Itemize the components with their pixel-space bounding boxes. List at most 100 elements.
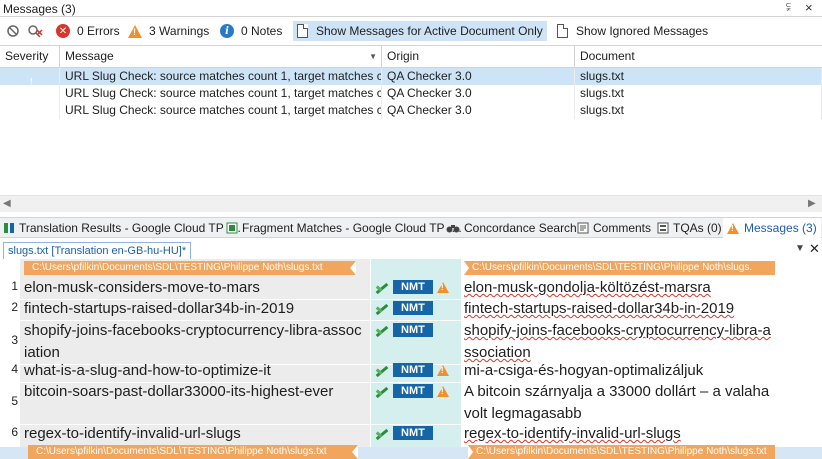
active-doc-label: Show Messages for Active Document Only	[316, 24, 543, 38]
segment-row[interactable]: 2 fintech-startups-raised-dollar34b-in-2…	[0, 298, 775, 320]
segment-number: 5	[11, 394, 18, 408]
active-document-only-toggle[interactable]: Show Messages for Active Document Only	[293, 21, 547, 41]
tab-messages[interactable]: Messages (3)	[723, 218, 821, 238]
comments-icon	[577, 222, 589, 234]
segment-row[interactable]: 1 elon-musk-considers-move-to-mars NMT e…	[0, 277, 775, 299]
warnings-filter-button[interactable]: 3 Warnings	[128, 21, 209, 41]
horizontal-scrollbar[interactable]: ◀ ▶	[0, 195, 822, 212]
messages-toolbar: ✕ 0 Errors 3 Warnings i 0 Notes Show Mes…	[0, 18, 822, 44]
segment-row[interactable]: 4 what-is-a-slug-and-how-to-optimize-it …	[0, 360, 775, 382]
document-cell: slugs.txt	[575, 85, 822, 102]
ignore-message-button[interactable]	[27, 21, 43, 41]
warnings-label: 3 Warnings	[149, 24, 210, 38]
segment-row[interactable]: 6 regex-to-identify-invalid-url-slugs NM…	[0, 423, 775, 445]
segment-number: 2	[11, 300, 18, 314]
close-icon[interactable]: ×	[805, 0, 813, 15]
warning-icon[interactable]	[436, 385, 449, 397]
error-icon: ✕	[56, 24, 70, 38]
ignored-label: Show Ignored Messages	[576, 24, 709, 38]
fragment-matches-icon	[226, 222, 238, 234]
segment-target[interactable]: elon-musk-gondolja-költözést-marsra	[464, 277, 774, 299]
document-list-dropdown-icon[interactable]: ▼	[795, 243, 805, 254]
translation-results-icon	[4, 223, 14, 233]
edit-pencil-icon	[374, 427, 390, 439]
table-row[interactable]: URL Slug Check: source matches count 1, …	[0, 68, 822, 85]
segment-source: bitcoin-soars-past-dollar33000-its-highe…	[24, 383, 334, 400]
filter-dropdown-icon[interactable]: ▼	[369, 46, 377, 67]
scroll-right-icon[interactable]: ▶	[808, 198, 816, 209]
scroll-left-icon[interactable]: ◀	[3, 198, 11, 209]
segment-source: what-is-a-slug-and-how-to-optimize-it	[24, 362, 271, 379]
close-document-icon[interactable]: ✕	[809, 241, 820, 257]
editor-header: slugs.txt [Translation en-GB-hu-HU]* ▼ ✕	[0, 241, 822, 259]
warning-icon	[26, 89, 38, 102]
target-file-end-tag: C:\Users\pfilkin\Documents\SDL\TESTING\P…	[468, 445, 775, 459]
translation-editor-grid: C:\Users\pfilkin\Documents\SDL\TESTING\P…	[0, 259, 822, 459]
segment-row[interactable]: 5 bitcoin-soars-past-dollar33000-its-hig…	[0, 381, 775, 425]
nmt-badge: NMT	[393, 280, 433, 294]
notes-label: 0 Notes	[241, 24, 283, 38]
notes-filter-button[interactable]: i 0 Notes	[220, 21, 282, 41]
column-header-origin[interactable]: Origin	[382, 46, 575, 68]
tab-translation-results[interactable]: Translation Results - Google Cloud TP -.…	[3, 218, 241, 238]
segment-target-text: regex-to-identify-invalid-url-slugs	[464, 425, 681, 442]
source-file-end-tag: C:\Users\pfilkin\Documents\SDL\TESTING\P…	[28, 445, 358, 459]
tab-comments[interactable]: Comments	[577, 218, 651, 238]
tab-fragment-matches[interactable]: Fragment Matches - Google Cloud TP -...	[226, 218, 462, 238]
origin-cell: QA Checker 3.0	[382, 85, 575, 102]
segment-target[interactable]: shopify-joins-facebooks-cryptocurrency-l…	[464, 320, 774, 364]
message-cell: URL Slug Check: source matches count 1, …	[60, 68, 382, 85]
clear-messages-button[interactable]	[6, 21, 20, 41]
binoculars-icon	[446, 225, 460, 233]
clear-messages-icon	[7, 25, 19, 37]
messages-panel-title: Messages (3)	[3, 2, 76, 16]
segment-number: 6	[11, 425, 18, 439]
tab-label: TQAs (0)	[673, 221, 722, 235]
warning-icon[interactable]	[436, 364, 449, 376]
segment-target[interactable]: fintech-startups-raised-dollar34b-in-201…	[464, 298, 774, 320]
tab-label: Translation Results - Google Cloud TP -.…	[19, 221, 241, 235]
severity-cell	[0, 102, 60, 119]
table-row[interactable]: URL Slug Check: source matches count 1, …	[0, 85, 822, 102]
vertical-scrollbar[interactable]	[775, 259, 822, 459]
show-ignored-toggle[interactable]: Show Ignored Messages	[557, 21, 708, 41]
target-file-tag: C:\Users\pfilkin\Documents\SDL\TESTING\P…	[464, 261, 775, 275]
segment-status: NMT	[374, 323, 437, 337]
column-header-document[interactable]: Document	[575, 46, 822, 68]
segment-target-text: shopify-joins-facebooks-cryptocurrency-l…	[464, 322, 771, 361]
tab-label: Concordance Search	[464, 221, 577, 235]
table-row[interactable]: URL Slug Check: source matches count 1, …	[0, 102, 822, 119]
nmt-badge: NMT	[393, 301, 433, 315]
segment-row[interactable]: 3 shopify-joins-facebooks-cryptocurrency…	[0, 320, 775, 364]
segment-status: NMT	[374, 280, 449, 294]
document-tab[interactable]: slugs.txt [Translation en-GB-hu-HU]*	[3, 242, 192, 259]
tab-tqas[interactable]: TQAs (0)	[657, 218, 722, 238]
segment-source: fintech-startups-raised-dollar34b-in-201…	[24, 300, 295, 317]
ignore-message-icon	[28, 25, 43, 38]
edit-pencil-icon	[374, 364, 390, 376]
pin-icon[interactable]: ⫋	[786, 1, 791, 14]
segment-source: elon-musk-considers-move-to-mars	[24, 279, 260, 296]
warning-icon	[26, 106, 38, 119]
segment-target[interactable]: regex-to-identify-invalid-url-slugs	[464, 423, 774, 445]
errors-label: 0 Errors	[77, 24, 120, 38]
segment-target-text: fintech-startups-raised-dollar34b-in-201…	[464, 300, 735, 317]
tab-concordance-search[interactable]: Concordance Search	[446, 218, 577, 238]
column-header-message[interactable]: Message ▼	[60, 46, 382, 68]
document-cell: slugs.txt	[575, 102, 822, 119]
segment-target[interactable]: A bitcoin szárnyalja a 33000 dollárt – a…	[464, 381, 774, 425]
segment-target-text: A bitcoin szárnyalja a 33000 dollárt – a…	[464, 383, 770, 422]
warning-icon[interactable]	[436, 281, 449, 293]
column-header-severity[interactable]: Severity	[0, 46, 60, 68]
source-file-tag: C:\Users\pfilkin\Documents\SDL\TESTING\P…	[24, 261, 356, 275]
warning-icon	[727, 222, 739, 234]
tab-label: Messages (3)	[744, 221, 817, 235]
segment-status: NMT	[374, 384, 449, 398]
segment-target[interactable]: mi-a-csiga-és-hogyan-optimalizáljuk	[464, 360, 774, 382]
segment-number: 1	[11, 279, 18, 293]
origin-cell: QA Checker 3.0	[382, 102, 575, 119]
edit-pencil-icon	[374, 281, 390, 293]
errors-filter-button[interactable]: ✕ 0 Errors	[56, 21, 120, 41]
nmt-badge: NMT	[393, 323, 433, 337]
segment-target-text: elon-musk-gondolja-költözést-marsra	[464, 279, 711, 296]
